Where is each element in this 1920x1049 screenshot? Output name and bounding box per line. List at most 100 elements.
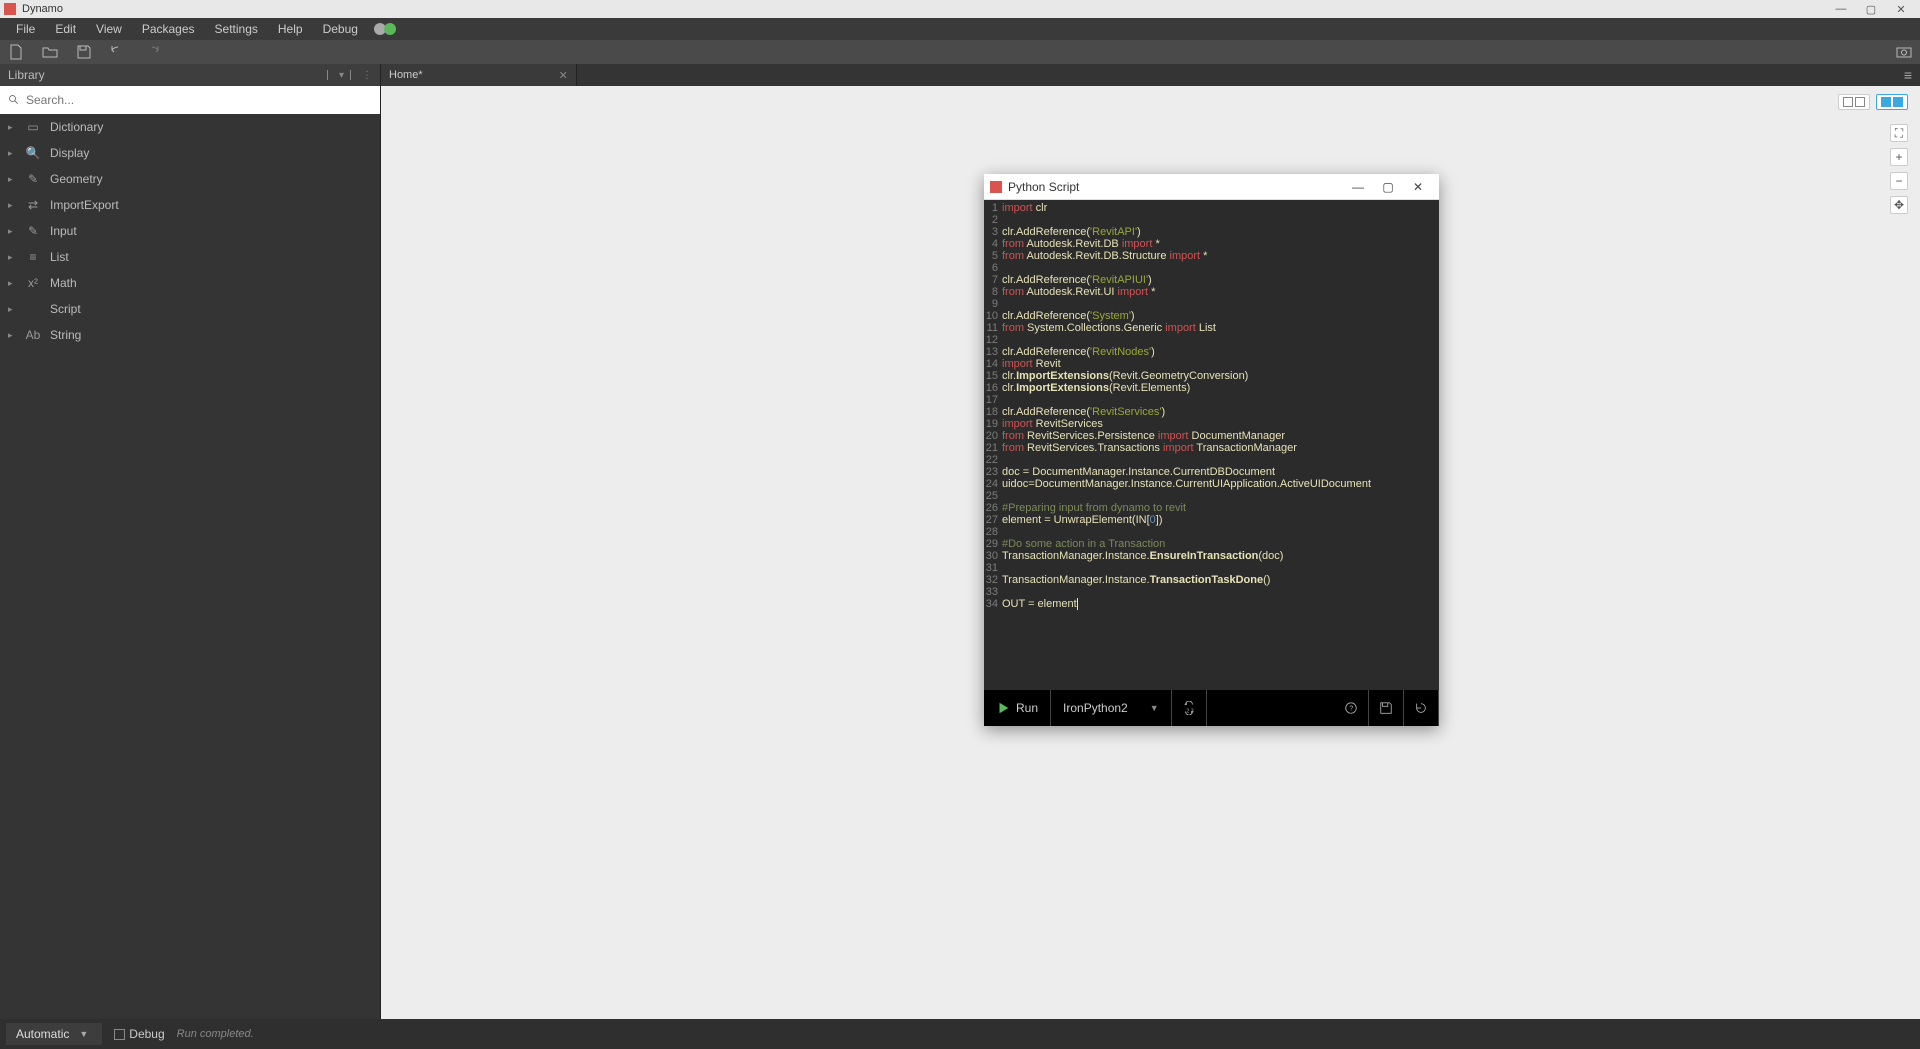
- library-item-label: Input: [50, 224, 77, 238]
- debug-checkbox[interactable]: Debug: [114, 1027, 164, 1041]
- chevron-right-icon: ▸: [8, 226, 18, 237]
- close-tab-icon[interactable]: ✕: [559, 69, 568, 82]
- library-title: Library: [8, 68, 45, 82]
- library-item-list[interactable]: ▸ ≡ List: [0, 244, 380, 270]
- library-item-label: String: [50, 328, 81, 342]
- python-maximize-button[interactable]: ▢: [1373, 180, 1403, 194]
- python-title-bar[interactable]: Python Script — ▢ ✕: [984, 174, 1439, 200]
- python-footer: Run IronPython2 ▼ 2 3 ?: [984, 690, 1439, 726]
- python-window-logo-icon: [990, 181, 1002, 193]
- chevron-right-icon: ▸: [8, 304, 18, 315]
- view-mode-graph-button[interactable]: [1876, 94, 1908, 110]
- library-item-label: List: [50, 250, 69, 264]
- library-search-input[interactable]: [26, 93, 372, 107]
- library-item-display[interactable]: ▸ 🔍 Display: [0, 140, 380, 166]
- library-item-string[interactable]: ▸ Ab String: [0, 322, 380, 348]
- new-file-button[interactable]: [8, 44, 24, 60]
- python-run-button[interactable]: Run: [984, 690, 1051, 726]
- input-icon: ✎: [24, 224, 42, 238]
- python-convert-button[interactable]: 2 3: [1172, 690, 1207, 726]
- save-file-button[interactable]: [76, 44, 92, 60]
- undo-button[interactable]: [110, 44, 126, 60]
- python-revert-button[interactable]: [1404, 690, 1439, 726]
- window-maximize-button[interactable]: ▢: [1856, 3, 1886, 16]
- disp-icon: 🔍: [24, 146, 42, 160]
- svg-text:?: ?: [1349, 706, 1353, 713]
- debug-label: Debug: [129, 1027, 164, 1041]
- python-close-button[interactable]: ✕: [1403, 180, 1433, 194]
- library-item-importexport[interactable]: ▸ ⇄ ImportExport: [0, 192, 380, 218]
- library-item-math[interactable]: ▸ x² Math: [0, 270, 380, 296]
- library-item-label: Dictionary: [50, 120, 103, 134]
- pan-button[interactable]: ✥: [1890, 196, 1908, 214]
- window-minimize-button[interactable]: —: [1826, 3, 1856, 15]
- library-filter-icon[interactable]: ▾: [339, 70, 344, 81]
- menu-file[interactable]: File: [6, 18, 45, 40]
- library-item-label: Geometry: [50, 172, 103, 186]
- menu-help[interactable]: Help: [268, 18, 313, 40]
- fit-view-button[interactable]: ⛶: [1890, 124, 1908, 142]
- app-title: Dynamo: [22, 3, 63, 15]
- menu-debug[interactable]: Debug: [313, 18, 368, 40]
- screenshot-button[interactable]: [1896, 44, 1912, 60]
- library-menu-icon[interactable]: ⋮: [362, 70, 372, 81]
- canvas-area: Home* ✕ ≡ ⛶ + − ✥: [381, 64, 1920, 1019]
- python-script-window: Python Script — ▢ ✕ 1import clr2 3clr.Ad…: [984, 174, 1439, 726]
- view-mode-3d-button[interactable]: [1838, 94, 1870, 110]
- zoom-in-button[interactable]: +: [1890, 148, 1908, 166]
- redo-button[interactable]: [144, 44, 160, 60]
- python-help-button[interactable]: ?: [1334, 690, 1369, 726]
- canvas-tab-home[interactable]: Home* ✕: [381, 64, 577, 86]
- status-bar: Automatic ▼ Debug Run completed.: [0, 1019, 1920, 1049]
- chevron-right-icon: ▸: [8, 174, 18, 185]
- graph-canvas[interactable]: ⛶ + − ✥ Python Script — ▢ ✕ 1import clr2…: [381, 86, 1920, 1019]
- python-code-editor[interactable]: 1import clr2 3clr.AddReference('RevitAPI…: [984, 200, 1439, 690]
- string-icon: Ab: [24, 328, 42, 342]
- search-icon: [8, 94, 20, 106]
- chevron-down-icon: ▼: [1150, 703, 1159, 713]
- chevron-right-icon: ▸: [8, 148, 18, 159]
- python-engine-dropdown[interactable]: IronPython2 ▼: [1051, 690, 1172, 726]
- python-save-button[interactable]: [1369, 690, 1404, 726]
- chevron-right-icon: ▸: [8, 252, 18, 263]
- menu-packages[interactable]: Packages: [132, 18, 205, 40]
- window-close-button[interactable]: ✕: [1886, 3, 1916, 16]
- run-status-indicator: [374, 23, 396, 35]
- python-minimize-button[interactable]: —: [1343, 180, 1373, 194]
- python-window-title: Python Script: [1008, 180, 1079, 194]
- library-search-row: [0, 86, 380, 114]
- canvas-tab-bar: Home* ✕ ≡: [381, 64, 1920, 86]
- chevron-right-icon: ▸: [8, 122, 18, 133]
- menu-bar: File Edit View Packages Settings Help De…: [0, 18, 1920, 40]
- library-panel: Library ▾ ⋮ ▸ ▭ Dictionary▸ 🔍 Display▸ ✎…: [0, 64, 381, 1019]
- library-item-geometry[interactable]: ▸ ✎ Geometry: [0, 166, 380, 192]
- run-mode-dropdown[interactable]: Automatic ▼: [6, 1023, 102, 1045]
- menu-view[interactable]: View: [86, 18, 132, 40]
- library-divider-icon: [350, 70, 358, 80]
- tab-label: Home*: [389, 69, 423, 81]
- geom-icon: ✎: [24, 172, 42, 186]
- library-item-input[interactable]: ▸ ✎ Input: [0, 218, 380, 244]
- status-message: Run completed.: [177, 1028, 254, 1040]
- list-icon: ≡: [24, 250, 42, 264]
- window-title-bar: Dynamo — ▢ ✕: [0, 0, 1920, 18]
- status-dot-ok-icon: [384, 23, 396, 35]
- checkbox-icon: [114, 1029, 125, 1040]
- library-header: Library ▾ ⋮: [0, 64, 380, 86]
- engine-label: IronPython2: [1063, 701, 1128, 715]
- chevron-right-icon: ▸: [8, 278, 18, 289]
- menu-edit[interactable]: Edit: [45, 18, 86, 40]
- library-item-script[interactable]: ▸ Script: [0, 296, 380, 322]
- open-file-button[interactable]: [42, 44, 58, 60]
- library-item-label: ImportExport: [50, 198, 119, 212]
- library-divider-icon: [327, 70, 335, 80]
- main-toolbar: [0, 40, 1920, 64]
- canvas-menu-icon[interactable]: ≡: [1896, 67, 1920, 83]
- menu-settings[interactable]: Settings: [205, 18, 268, 40]
- library-item-label: Math: [50, 276, 77, 290]
- library-item-label: Display: [50, 146, 89, 160]
- library-item-dictionary[interactable]: ▸ ▭ Dictionary: [0, 114, 380, 140]
- run-label: Run: [1016, 701, 1038, 715]
- zoom-out-button[interactable]: −: [1890, 172, 1908, 190]
- math-icon: x²: [24, 276, 42, 290]
